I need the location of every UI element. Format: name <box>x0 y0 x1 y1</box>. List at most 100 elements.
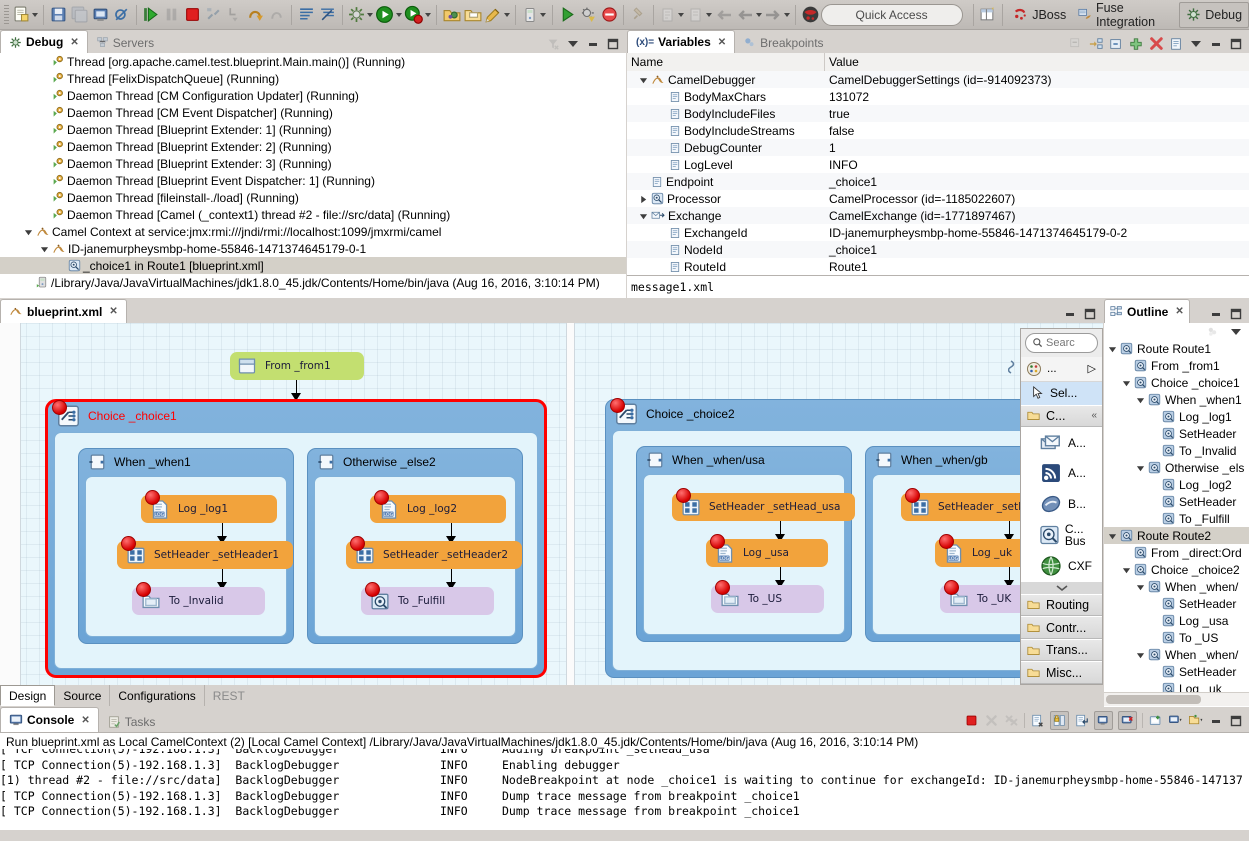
palette-group-transformation[interactable]: Trans... <box>1021 638 1102 662</box>
variable-detail-pane[interactable]: message1.xml <box>627 275 1249 298</box>
debug-tree-row[interactable]: Daemon Thread [fileinstall-./load] (Runn… <box>0 189 626 206</box>
outline-tree-row[interactable]: When _when1 <box>1104 391 1249 408</box>
tree-twisty[interactable] <box>1136 462 1147 473</box>
chevron-down-icon[interactable] <box>755 12 762 17</box>
chevron-down-icon[interactable] <box>504 12 511 17</box>
tree-twisty[interactable] <box>24 277 35 288</box>
tree-twisty[interactable] <box>657 125 668 136</box>
tree-twisty[interactable] <box>639 176 650 187</box>
breakpoint-indicator[interactable] <box>710 534 725 549</box>
breakpoint-indicator[interactable] <box>676 488 691 503</box>
variables-table-row[interactable]: Endpoint _choice1 <box>627 173 1249 190</box>
display-selected-console-icon[interactable] <box>1168 713 1183 728</box>
tab-debug-close-icon[interactable]: ✕ <box>70 37 78 48</box>
palette-group-control-flow[interactable]: Contr... <box>1021 616 1102 639</box>
external-tools-button[interactable] <box>348 4 374 26</box>
breakpoint-indicator[interactable] <box>121 536 136 551</box>
tree-twisty[interactable] <box>1150 445 1161 456</box>
node-to-invalid[interactable]: To _Invalid <box>132 582 265 615</box>
collapse-icon[interactable] <box>1108 36 1123 51</box>
tab-configurations[interactable]: Configurations <box>110 685 205 706</box>
tree-twisty[interactable] <box>639 74 650 85</box>
palette-expand-arrow-icon[interactable]: ▷ <box>1088 362 1096 375</box>
node-setheader-setHeader1[interactable]: SetHeader _setHeader1 <box>117 536 293 569</box>
palette-resize-handle[interactable] <box>1007 359 1021 375</box>
debug-tree-row[interactable]: Daemon Thread [Blueprint Event Dispatche… <box>0 172 626 189</box>
palette-collapse-icon[interactable]: « <box>1091 410 1097 421</box>
tree-twisty[interactable] <box>1122 377 1133 388</box>
outline-tree-row[interactable]: Choice _choice1 <box>1104 374 1249 391</box>
breakpoint-indicator[interactable] <box>939 534 954 549</box>
node-to-fulfill[interactable]: To _Fulfill <box>361 582 494 615</box>
tree-twisty[interactable] <box>40 243 51 254</box>
terminate-button[interactable] <box>183 4 202 26</box>
debug-tree-row[interactable]: Daemon Thread [Blueprint Extender: 1] (R… <box>0 121 626 138</box>
word-wrap-icon[interactable] <box>1074 713 1089 728</box>
jboss-central-button[interactable] <box>801 4 820 26</box>
palette-group-components[interactable]: C... « <box>1021 404 1102 428</box>
tree-twisty[interactable] <box>1136 649 1147 660</box>
container-choice2[interactable]: Choice _choice2 When _when/usa SetHeader… <box>605 398 1084 678</box>
skip-all-breakpoints-button[interactable] <box>112 4 131 26</box>
open-project-button[interactable] <box>463 4 482 26</box>
debug-thread-tree[interactable]: Thread [org.apache.camel.test.blueprint.… <box>0 53 626 298</box>
sort-icon[interactable] <box>1205 324 1220 339</box>
debug-tree-row[interactable]: Daemon Thread [CM Configuration Updater]… <box>0 87 626 104</box>
terminate-icon[interactable] <box>964 713 979 728</box>
variables-table-row[interactable]: BodyIncludeStreams false <box>627 122 1249 139</box>
tree-twisty[interactable] <box>657 244 668 255</box>
console-output[interactable]: [ TCP Connection(5)-192.168.1.3] Backlog… <box>0 749 1249 829</box>
tree-twisty[interactable] <box>40 56 51 67</box>
breakpoint-indicator[interactable] <box>365 582 380 597</box>
tree-twisty[interactable] <box>1150 411 1161 422</box>
breakpoint-indicator[interactable] <box>350 536 365 551</box>
variables-table-row[interactable]: DebugCounter 1 <box>627 139 1249 156</box>
run-button[interactable] <box>375 4 403 26</box>
remove-all-launches-icon[interactable] <box>1004 713 1019 728</box>
maximize-icon[interactable] <box>605 36 620 51</box>
outline-tree-row[interactable]: Route Route2 <box>1104 527 1249 544</box>
tree-twisty[interactable] <box>1136 394 1147 405</box>
tree-twisty[interactable] <box>1150 666 1161 677</box>
tree-twisty[interactable] <box>40 124 51 135</box>
chevron-down-icon[interactable] <box>539 12 546 17</box>
outline-tree-row[interactable]: Route Route1 <box>1104 340 1249 357</box>
minimize-icon[interactable] <box>1208 306 1223 321</box>
tab-outline-close-icon[interactable]: ✕ <box>1175 306 1183 317</box>
tree-twisty[interactable] <box>657 91 668 102</box>
variables-table-row[interactable]: Processor CamelProcessor (id=-1185022607) <box>627 190 1249 207</box>
coverage-button[interactable] <box>600 4 619 26</box>
debug-tree-row[interactable]: Daemon Thread [Camel (_context1) thread … <box>0 206 626 223</box>
scroll-lock-icon[interactable] <box>1050 711 1069 730</box>
palette[interactable]: Searc ... ▷ Sel... C... « A... A... B...… <box>1020 328 1103 685</box>
variables-table-row[interactable]: RouteId Route1 <box>627 258 1249 275</box>
print-button[interactable] <box>91 4 110 26</box>
chevron-down-icon[interactable] <box>367 12 373 17</box>
tree-twisty[interactable] <box>1108 530 1119 541</box>
breakpoint-indicator[interactable] <box>52 400 67 415</box>
tab-debug[interactable]: Debug ✕ <box>0 30 88 53</box>
variables-table-row[interactable]: NodeId _choice1 <box>627 241 1249 258</box>
debug-tree-row[interactable]: Camel Context at service:jmx:rmi:///jndi… <box>0 223 626 240</box>
node-setheader-setHead-usa[interactable]: SetHeader _setHead_usa <box>672 488 855 521</box>
step-return-button[interactable] <box>267 4 286 26</box>
outline-tree-row[interactable]: Log _log2 <box>1104 476 1249 493</box>
palette-item-amqp[interactable]: A... <box>1021 427 1102 459</box>
outline-tree-row[interactable]: To _Invalid <box>1104 442 1249 459</box>
perspective-fuse-integration[interactable]: Fuse Integration <box>1072 1 1179 29</box>
pin-button[interactable] <box>629 4 648 26</box>
debug-tree-row[interactable]: Daemon Thread [Blueprint Extender: 2] (R… <box>0 138 626 155</box>
outline-hscroll-thumb[interactable] <box>1106 695 1201 704</box>
outline-tree-row[interactable]: When _when/ <box>1104 578 1249 595</box>
view-menu-icon[interactable] <box>1188 36 1203 51</box>
tab-console[interactable]: Console ✕ <box>0 707 99 732</box>
outline-tree-row[interactable]: Log _log1 <box>1104 408 1249 425</box>
chevron-down-icon[interactable] <box>783 12 790 17</box>
open-console-icon[interactable] <box>1148 713 1163 728</box>
outline-tree[interactable]: Route Route1 From _from1 Choice _choice1 Wh… <box>1104 340 1249 693</box>
palette-group-routing[interactable]: Routing <box>1021 593 1102 617</box>
minimize-icon[interactable] <box>1208 36 1223 51</box>
use-step-filters-button[interactable] <box>318 4 337 26</box>
outline-tree-row[interactable]: Choice _choice2 <box>1104 561 1249 578</box>
breakpoint-indicator[interactable] <box>145 490 160 505</box>
